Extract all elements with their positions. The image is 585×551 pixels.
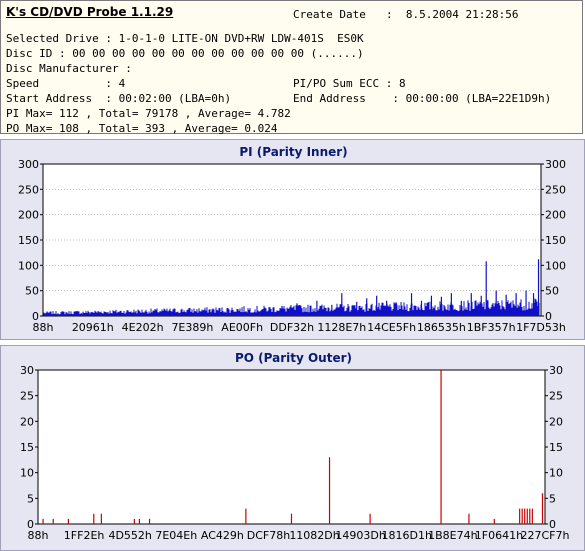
po-x-tick-label: 227CF7h [521, 529, 570, 542]
po-x-tick-label: 4D552h [108, 529, 151, 542]
pi-x-tick-label: 1F7D53h [516, 321, 566, 334]
po-y-tick-label-right: 10 [549, 467, 563, 480]
po-y-tick-label: 5 [27, 492, 34, 505]
pi-x-tick-label: 1128E7h [317, 321, 366, 334]
po-x-tick-label: 1F0641h [475, 529, 523, 542]
app-title: K's CD/DVD Probe 1.1.29 [6, 5, 174, 19]
info-panel: K's CD/DVD Probe 1.1.29 Create Date : 8.… [0, 0, 583, 135]
create-date-label: Create Date [293, 8, 366, 21]
po-y-tick-label-right: 25 [549, 390, 563, 403]
pi-y-tick-label-right: 300 [545, 158, 566, 171]
disc-manufacturer: Disc Manufacturer : [6, 62, 132, 75]
pi-y-tick-label: 50 [25, 285, 39, 298]
po-chart-panel: PO (Parity Outer) 0 0 5 5 10 10 15 15 20 20 25 25 30… [0, 345, 585, 551]
po-x-tick-label: AC429h [201, 529, 244, 542]
pi-y-tick-label: 150 [18, 234, 39, 247]
end-address: End Address : 00:00:00 (LBA=22E1D9h) [293, 92, 552, 105]
pi-x-tick-label: 7E389h [171, 321, 213, 334]
po-x-tick-label: 1FF2Eh [64, 529, 105, 542]
pi-x-tick-label: 186535h [417, 321, 466, 334]
po-x-tick-label: 1B8E74h [428, 529, 477, 542]
pi-y-tick-label: 200 [18, 209, 39, 222]
po-y-tick-label-right: 15 [549, 441, 563, 454]
po-y-tick-label-right: 20 [549, 415, 563, 428]
pi-y-tick-label-right: 50 [545, 285, 559, 298]
po-x-tick-label: 1816D1h [382, 529, 432, 542]
po-x-tick-label: 7E04Eh [155, 529, 197, 542]
pi-x-tick-label: 88h [33, 321, 54, 334]
pi-y-tick-label: 100 [18, 259, 39, 272]
pi-x-tick-label: AE00Fh [221, 321, 263, 334]
pi-y-tick-label-right: 100 [545, 259, 566, 272]
pi-y-tick-label-right: 250 [545, 183, 566, 196]
po-plot-area [37, 369, 546, 525]
pi-y-tick-label: 300 [18, 158, 39, 171]
po-x-tick-label: 88h [28, 529, 49, 542]
po-x-tick-label: 11082Dh [289, 529, 339, 542]
start-address: Start Address : 00:02:00 (LBA=0h) [6, 92, 232, 105]
pi-chart-panel: PI (Parity Inner) 0 0 50 50 100 100 150 150 200 2… [0, 139, 585, 340]
pi-x-tick-label: DDF32h [270, 321, 314, 334]
po-x-tick-label: DCF78h [247, 529, 290, 542]
pi-x-tick-label: 4E202h [122, 321, 164, 334]
po-stats: PO Max= 108 , Total= 393 , Average= 0.02… [6, 122, 278, 135]
pi-x-tick-label: 20961h [72, 321, 114, 334]
speed: Speed : 4 [6, 77, 126, 90]
po-y-tick-label: 25 [20, 390, 34, 403]
po-y-tick-label: 15 [20, 441, 34, 454]
selected-drive: Selected Drive : 1-0-1-0 LITE-ON DVD+RW … [6, 32, 364, 45]
pi-chart: 0 050 50100 100150 150200 200250 250300 30088h 2… [18, 158, 566, 334]
disc-id: Disc ID : 00 00 00 00 00 00 00 00 00 00 … [6, 47, 364, 60]
pi-stats: PI Max= 112 , Total= 79178 , Average= 4.… [6, 107, 291, 120]
po-y-tick-label-right: 30 [549, 364, 563, 377]
po-x-tick-label: 14903Dh [335, 529, 385, 542]
po-y-tick-label: 20 [20, 415, 34, 428]
pi-y-tick-label-right: 150 [545, 234, 566, 247]
po-chart: 0 05 510 1015 1520 2025 2530 3088h 1FF2Eh 4D552h 7… [20, 364, 570, 542]
po-y-tick-label-right: 5 [549, 492, 556, 505]
pi-y-tick-label-right: 200 [545, 209, 566, 222]
pi-x-tick-label: 14CE5Fh [367, 321, 416, 334]
pi-y-tick-label: 250 [18, 183, 39, 196]
pi-x-tick-label: 1BF357h [467, 321, 516, 334]
po-y-tick-label: 30 [20, 364, 34, 377]
create-date-value: : 8.5.2004 21:28:56 [386, 8, 519, 21]
po-y-tick-label: 10 [20, 467, 34, 480]
sum-ecc: PI/PO Sum ECC : 8 [293, 77, 406, 90]
